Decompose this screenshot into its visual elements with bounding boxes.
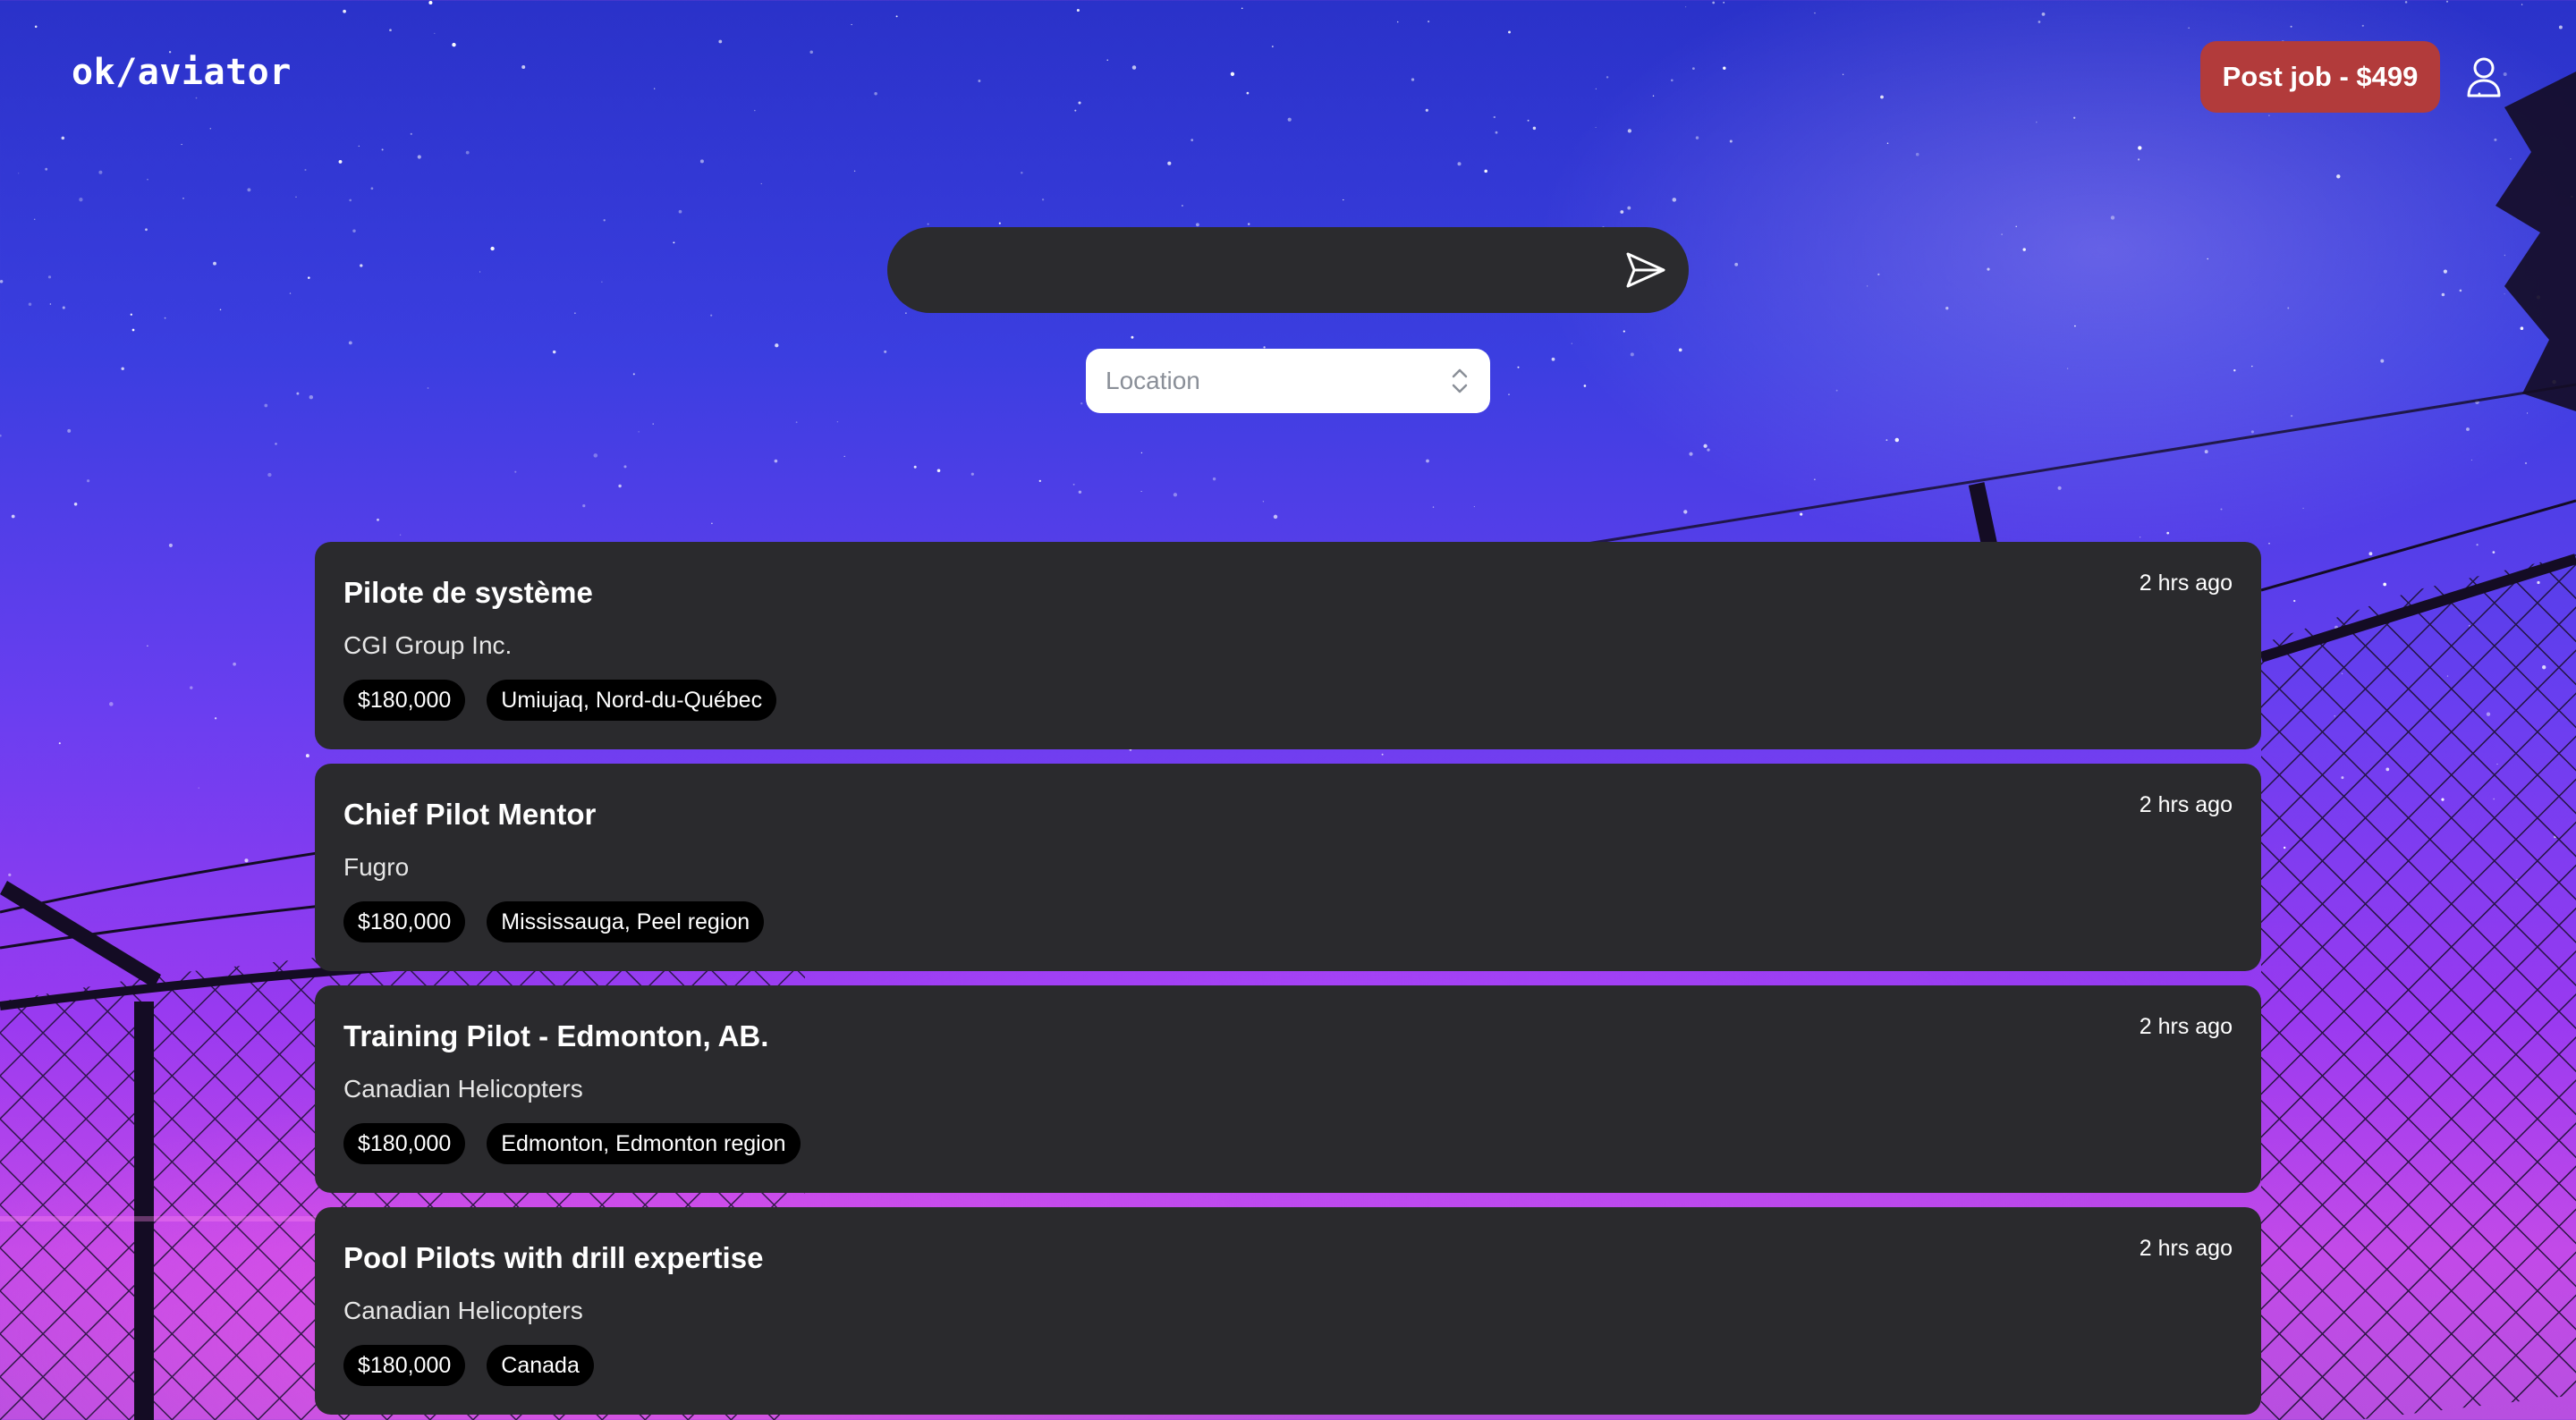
site-logo[interactable]: ok/aviator [72,52,292,93]
send-icon [1626,252,1665,288]
search-bar [887,227,1689,315]
location-tag: Umiujaq, Nord-du-Québec [487,680,777,721]
job-posted-time: 2 hrs ago [2139,1014,2233,1039]
job-posted-time: 2 hrs ago [2139,1236,2233,1261]
job-posted-time: 2 hrs ago [2139,571,2233,596]
job-tags: $180,000 Umiujaq, Nord-du-Québec [343,680,777,721]
job-company: CGI Group Inc. [343,631,513,659]
job-company: Fugro [343,853,410,881]
user-account-button[interactable] [2458,50,2510,104]
salary-tag: $180,000 [343,1123,466,1164]
job-card[interactable]: Pool Pilots with drill expertise 2 hrs a… [315,1207,2261,1415]
job-title[interactable]: Pilote de système [343,576,593,610]
location-tag: Edmonton, Edmonton region [487,1123,801,1164]
user-icon [2467,57,2501,97]
job-company: Canadian Helicopters [343,1297,583,1324]
location-select[interactable]: Location [1086,349,1490,413]
post-job-button[interactable]: Post job - $499 [2200,41,2440,113]
salary-tag: $180,000 [343,680,466,721]
job-company: Canadian Helicopters [343,1075,583,1103]
chevron-up-down-icon [1452,368,1468,393]
job-tags: $180,000 Edmonton, Edmonton region [343,1123,801,1164]
salary-tag: $180,000 [343,901,466,942]
job-list: Pilote de système 2 hrs ago CGI Group In… [315,542,2261,1420]
job-card[interactable]: Pilote de système 2 hrs ago CGI Group In… [315,542,2261,749]
location-placeholder: Location [1106,367,1200,394]
job-title[interactable]: Chief Pilot Mentor [343,798,596,832]
search-submit-button[interactable] [1619,245,1673,295]
job-title[interactable]: Pool Pilots with drill expertise [343,1241,763,1275]
job-card[interactable]: Training Pilot - Edmonton, AB. 2 hrs ago… [315,985,2261,1193]
search-input[interactable] [923,227,1606,315]
job-posted-time: 2 hrs ago [2139,792,2233,817]
job-card[interactable]: Chief Pilot Mentor 2 hrs ago Fugro $180,… [315,764,2261,971]
job-title[interactable]: Training Pilot - Edmonton, AB. [343,1019,768,1053]
job-tags: $180,000 Mississauga, Peel region [343,901,765,942]
location-tag: Canada [487,1345,594,1386]
job-tags: $180,000 Canada [343,1345,594,1386]
location-tag: Mississauga, Peel region [487,901,765,942]
salary-tag: $180,000 [343,1345,466,1386]
